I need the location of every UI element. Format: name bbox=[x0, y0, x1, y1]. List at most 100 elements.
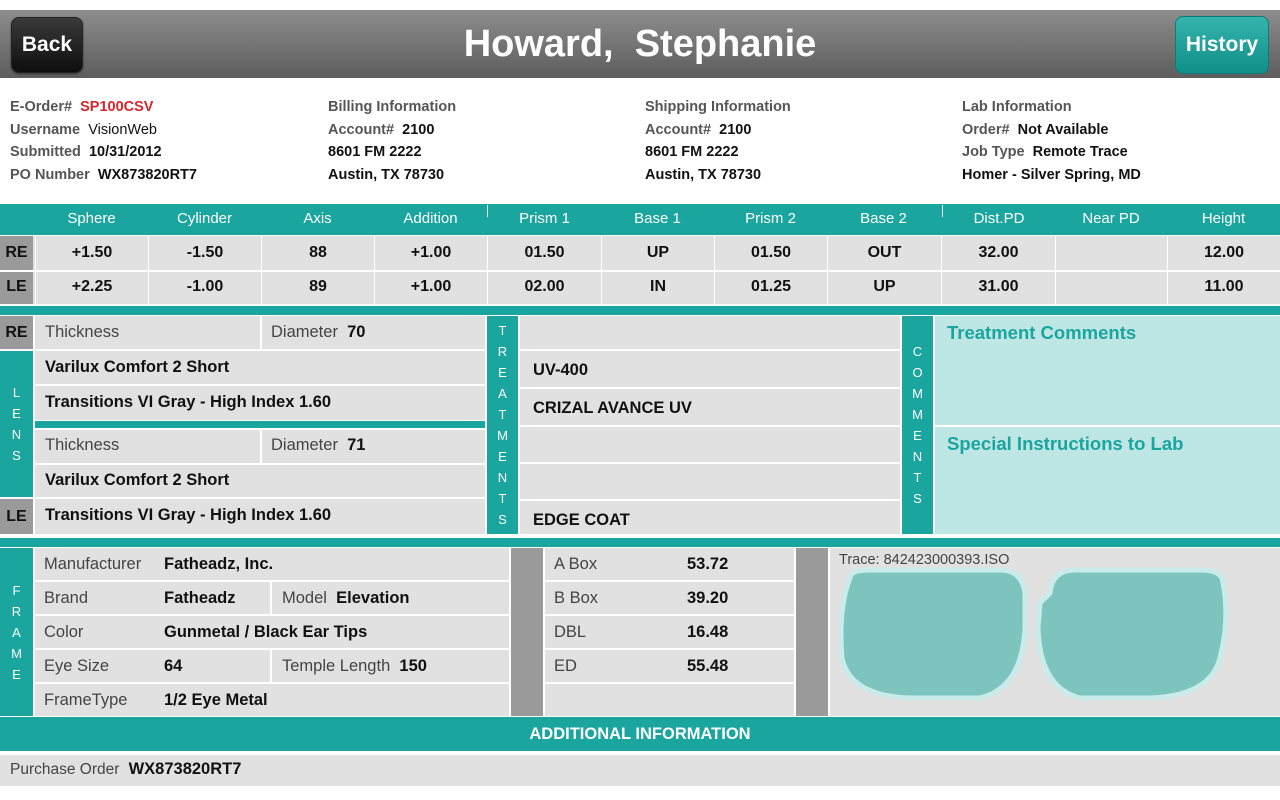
le-lens-design: Varilux Comfort 2 Short bbox=[35, 465, 485, 497]
dbl: DBL 16.48 bbox=[545, 616, 794, 648]
frame-manufacturer: Manufacturer Fatheadz, Inc. bbox=[35, 548, 509, 580]
rx-cell: 32.00 bbox=[941, 236, 1055, 270]
username-value: VisionWeb bbox=[88, 121, 157, 138]
rx-cell bbox=[1055, 270, 1167, 304]
rx-cell: -1.00 bbox=[148, 270, 261, 304]
po-number-label: PO Number bbox=[10, 166, 90, 183]
b-box: B Box 39.20 bbox=[545, 582, 794, 614]
lab-order-value: Not Available bbox=[1017, 121, 1109, 138]
ed: ED 55.48 bbox=[545, 650, 794, 682]
treatment-item: UV-400 bbox=[520, 351, 900, 387]
comments-side-label: COMMENTS bbox=[902, 316, 933, 534]
rx-header-addition: Addition bbox=[403, 210, 458, 227]
rx-cell: 02.00 bbox=[487, 270, 601, 304]
rx-header-cylinder: Cylinder bbox=[176, 210, 233, 227]
rx-cell: +1.50 bbox=[35, 236, 148, 270]
eorder-value: SP100CSV bbox=[80, 99, 154, 115]
rx-cell: UP bbox=[827, 270, 941, 304]
rx-header-base1: Base 1 bbox=[634, 210, 681, 227]
frame-type: FrameType 1/2 Eye Metal bbox=[35, 684, 509, 716]
back-button[interactable]: Back bbox=[11, 17, 83, 73]
rx-eye-re: RE bbox=[0, 236, 33, 270]
rx-cell: -1.50 bbox=[148, 236, 261, 270]
lab-info: Lab Information Order# Not Available Job… bbox=[962, 96, 1272, 186]
lens-divider bbox=[35, 421, 485, 428]
billing-account-label: Account# bbox=[328, 121, 395, 138]
lab-order-label: Order# bbox=[962, 121, 1010, 138]
lab-jobtype-value: Remote Trace bbox=[1032, 144, 1128, 160]
rx-header-height: Height bbox=[1201, 210, 1246, 227]
treatment-item bbox=[520, 427, 900, 462]
re-thickness: Thickness bbox=[35, 316, 260, 349]
billing-address1: 8601 FM 2222 bbox=[328, 144, 422, 160]
rx-cell: 11.00 bbox=[1167, 270, 1280, 304]
frame-eye-size: Eye Size 64 bbox=[35, 650, 270, 682]
rx-cell: +1.00 bbox=[374, 236, 487, 270]
le-lens-material: Transitions VI Gray - High Index 1.60 bbox=[35, 499, 485, 534]
rx-cell: 01.50 bbox=[714, 236, 827, 270]
eorder-label: E-Order# bbox=[10, 99, 73, 115]
frame-brand: Brand Fatheadz bbox=[35, 582, 270, 614]
measurements-side-bar bbox=[511, 548, 543, 716]
teal-separator bbox=[0, 538, 1280, 547]
rx-cell: 31.00 bbox=[941, 270, 1055, 304]
rx-cell bbox=[1055, 236, 1167, 270]
treatment-item: EDGE COAT bbox=[520, 501, 900, 534]
measurement-empty bbox=[545, 684, 794, 716]
shipping-address1: 8601 FM 2222 bbox=[645, 144, 739, 160]
patient-name: Howard, Stephanie bbox=[463, 23, 817, 65]
billing-account-value: 2100 bbox=[402, 121, 435, 138]
additional-info-header: ADDITIONAL INFORMATION bbox=[0, 717, 1280, 751]
rx-cell: 88 bbox=[261, 236, 374, 270]
rx-cell: 01.25 bbox=[714, 270, 827, 304]
lens-eye-le: LE bbox=[0, 499, 33, 534]
footer-space bbox=[0, 786, 1280, 800]
rx-header-axis: Axis bbox=[303, 210, 332, 227]
rx-header-base2: Base 2 bbox=[860, 210, 907, 227]
lab-jobtype-label: Job Type bbox=[962, 144, 1025, 160]
treatment-item bbox=[520, 316, 900, 349]
submitted-label: Submitted bbox=[10, 144, 81, 160]
trace-lens-shape bbox=[838, 567, 1229, 701]
a-box: A Box 53.72 bbox=[545, 548, 794, 580]
billing-title: Billing Information bbox=[328, 99, 457, 115]
trace-side-bar bbox=[796, 548, 828, 716]
rx-cell: 12.00 bbox=[1167, 236, 1280, 270]
shipping-title: Shipping Information bbox=[645, 99, 791, 115]
treatment-item: CRIZAL AVANCE UV bbox=[520, 389, 900, 425]
frame-model: Model Elevation bbox=[272, 582, 509, 614]
lens-eye-re: RE bbox=[0, 316, 33, 349]
rx-cell: UP bbox=[601, 236, 714, 270]
shipping-address2: Austin, TX 78730 bbox=[645, 166, 762, 183]
frame-temple-length: Temple Length 150 bbox=[272, 650, 509, 682]
le-thickness: Thickness bbox=[35, 430, 260, 463]
rx-header-dist-pd: Dist.PD bbox=[973, 210, 1025, 227]
re-diameter: Diameter 70 bbox=[262, 316, 485, 349]
lens-side-label: LENS bbox=[0, 351, 33, 497]
re-lens-design: Varilux Comfort 2 Short bbox=[35, 351, 485, 384]
rx-cell: 89 bbox=[261, 270, 374, 304]
po-number-value: WX873820RT7 bbox=[97, 166, 197, 183]
rx-cell: +2.25 bbox=[35, 270, 148, 304]
treatments-side-label: TREATMENTS bbox=[487, 316, 518, 534]
treatment-comments-box[interactable]: Treatment Comments bbox=[935, 316, 1280, 425]
history-button[interactable]: History bbox=[1175, 16, 1269, 74]
shipping-info: Shipping Information Account# 2100 8601 … bbox=[645, 96, 955, 186]
frame-color: Color Gunmetal / Black Ear Tips bbox=[35, 616, 509, 648]
le-diameter: Diameter 71 bbox=[262, 430, 485, 463]
treatment-comments-title: Treatment Comments bbox=[947, 322, 1137, 343]
billing-address2: Austin, TX 78730 bbox=[328, 166, 445, 183]
special-instructions-title: Special Instructions to Lab bbox=[947, 433, 1184, 454]
rx-eye-le: LE bbox=[0, 272, 33, 304]
lab-location: Homer - Silver Spring, MD bbox=[962, 166, 1141, 183]
frame-side-label: FRAME bbox=[0, 548, 33, 716]
rx-cell: 01.50 bbox=[487, 236, 601, 270]
rx-cell: OUT bbox=[827, 236, 941, 270]
rx-header-near-pd: Near PD bbox=[1082, 210, 1140, 227]
special-instructions-box[interactable]: Special Instructions to Lab bbox=[935, 427, 1280, 534]
rx-header-sphere: Sphere bbox=[67, 210, 116, 227]
rx-header-prism2: Prism 2 bbox=[745, 210, 796, 227]
lab-title: Lab Information bbox=[962, 99, 1072, 115]
rx-cell: +1.00 bbox=[374, 270, 487, 304]
shipping-account-label: Account# bbox=[645, 121, 712, 138]
